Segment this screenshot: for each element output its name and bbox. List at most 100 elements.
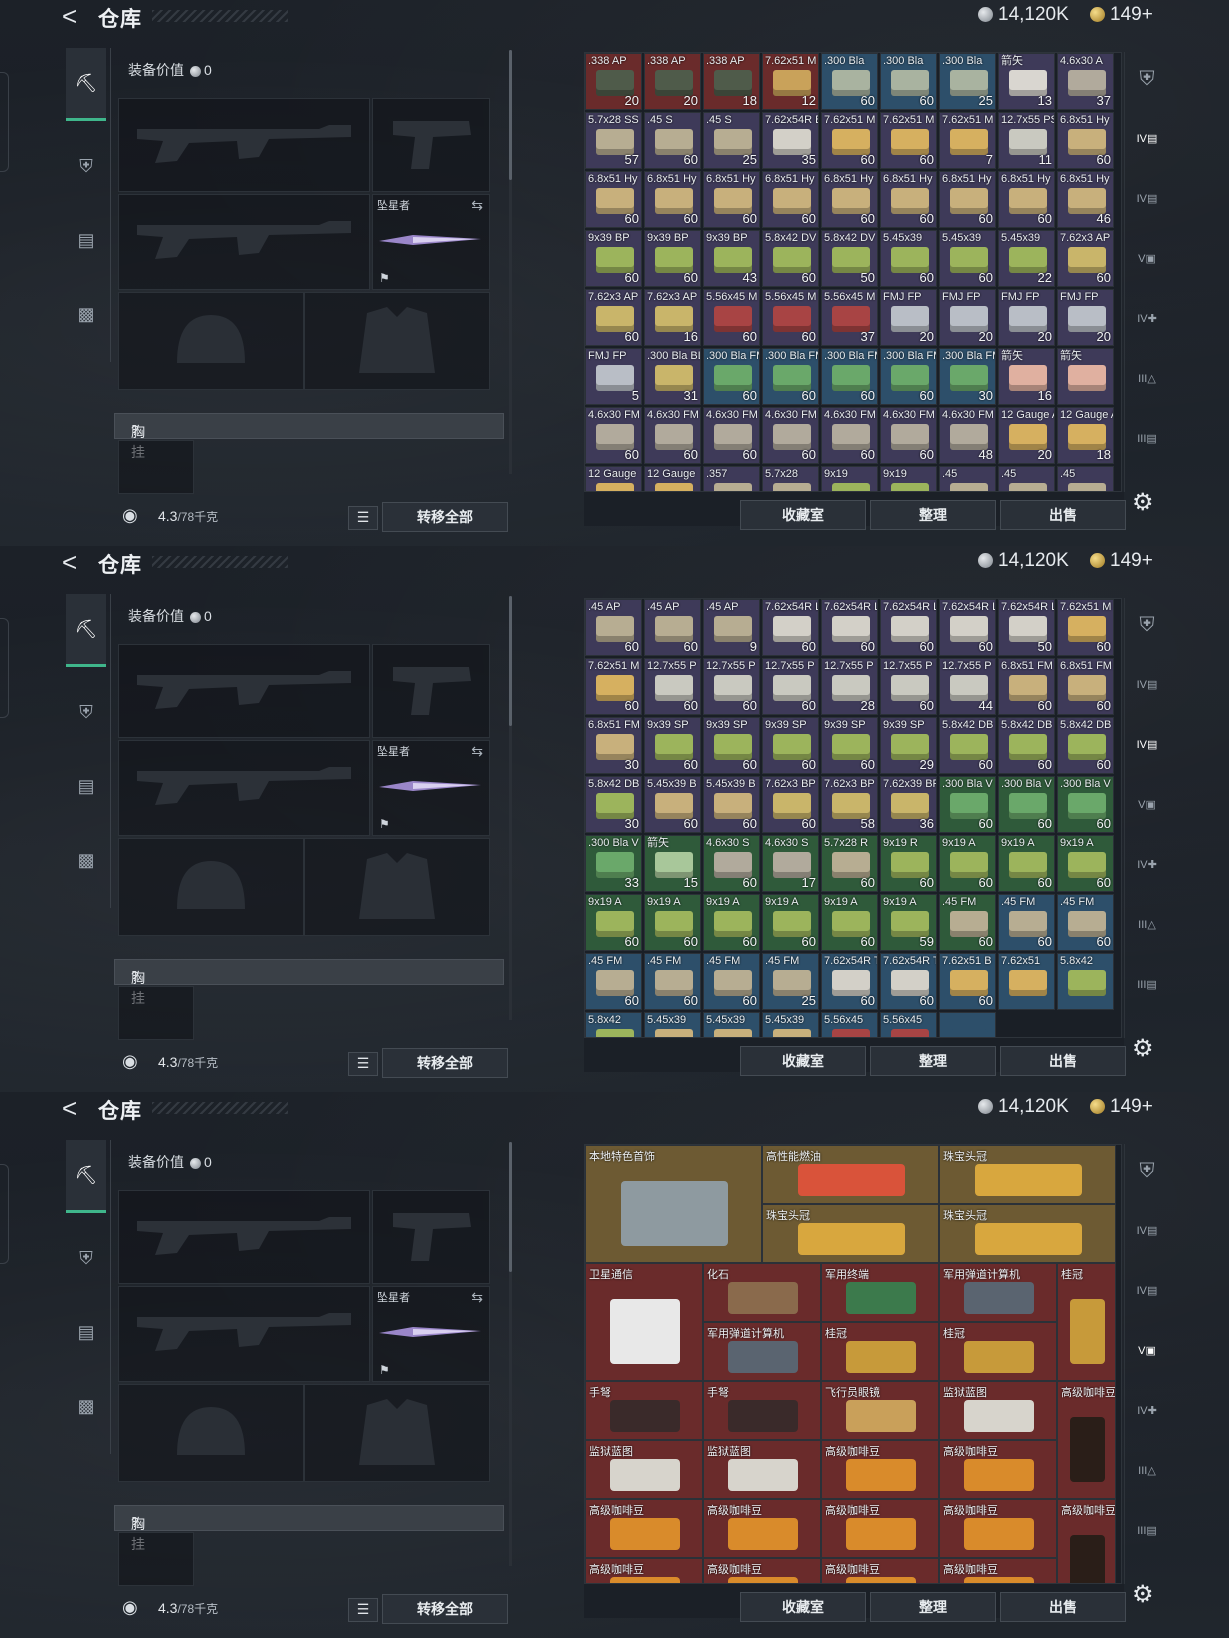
stash-item[interactable]: 5.45x39	[703, 1012, 760, 1037]
list-view-button[interactable]: ☰	[348, 1598, 378, 1622]
transfer-all-button[interactable]: 转移全部	[382, 1594, 508, 1624]
stash-item[interactable]: 5.8x42 DB 30	[585, 776, 642, 833]
stash-item[interactable]: 7.62x3 BP 60	[762, 776, 819, 833]
stash-item[interactable]: .300 Bla V 60	[1057, 776, 1114, 833]
tab-weapons[interactable]: ⛏	[66, 1140, 106, 1213]
tab-all[interactable]: ⛨	[1131, 610, 1163, 640]
stash-item[interactable]: 7.62x54R B 35	[762, 112, 819, 169]
stash-item[interactable]: 12.7x55 P 60	[762, 658, 819, 715]
chest-help-icon[interactable]: ?	[131, 1514, 139, 1530]
stash-item[interactable]: 6.8x51 Hy 60	[821, 171, 878, 228]
stash-item[interactable]	[939, 1012, 996, 1037]
tab-medical[interactable]: IV✚	[1131, 304, 1163, 334]
chest-rig-header[interactable]: 胸挂 ?	[114, 959, 504, 1006]
chest-rig-header[interactable]: 胸挂 ?	[114, 1505, 504, 1552]
tab-ammo-2[interactable]: IV▤	[1131, 1276, 1163, 1306]
stash-item[interactable]: 9x19 A 60	[644, 894, 701, 951]
stash-item[interactable]: .45 FM 60	[1057, 894, 1114, 951]
stash-item[interactable]: 5.7x28 SS 57	[585, 112, 642, 169]
tab-valuables[interactable]: V▣	[1131, 244, 1163, 274]
stash-item[interactable]: 5.8x42 DV 50	[821, 230, 878, 287]
stash-item[interactable]: .45 S 60	[644, 112, 701, 169]
stash-item[interactable]: .45 AP 60	[644, 599, 701, 656]
stash-item[interactable]: 7.62x54R L 60	[880, 599, 937, 656]
stash-item[interactable]: 9x19 R 60	[880, 835, 937, 892]
stash-item[interactable]: 箭矢 15	[644, 835, 701, 892]
stash-item[interactable]: 4.6x30 FM 60	[762, 407, 819, 464]
stash-item[interactable]: 4.6x30 FM 60	[585, 407, 642, 464]
stash-item[interactable]: .45	[1057, 466, 1114, 491]
stash-item[interactable]: 6.8x51 Hy 60	[939, 171, 996, 228]
stash-item[interactable]: .45 AP 60	[585, 599, 642, 656]
vault-button[interactable]: 收藏室	[740, 1046, 866, 1076]
stash-item[interactable]: 5.56x45 M 60	[703, 289, 760, 346]
stash-item[interactable]: 6.8x51 FM 60	[1057, 658, 1114, 715]
tab-ammo-2[interactable]: IV▤	[1131, 184, 1163, 214]
tab-medical[interactable]: IV✚	[1131, 850, 1163, 880]
stash-grid[interactable]: 本地特色首饰 高性能燃油 珠宝头冠 珠宝头冠 珠宝头冠 卫星通信 化石 军用终端 军用弹道计算机…	[584, 1144, 1122, 1584]
stash-item[interactable]: 箭矢 13	[998, 53, 1055, 110]
stash-item[interactable]: 6.8x51 Hy 60	[585, 171, 642, 228]
stash-item[interactable]: 高级咖啡豆	[939, 1499, 1057, 1558]
stash-item[interactable]: 9x19 A 60	[585, 894, 642, 951]
stash-item[interactable]: .300 Bla BL 31	[644, 348, 701, 405]
stash-item[interactable]: .45 S 25	[703, 112, 760, 169]
stash-item[interactable]: 7.62x3 AP 60	[1057, 230, 1114, 287]
secondary-weapon-slot[interactable]	[118, 1286, 370, 1382]
chest-rig-slot[interactable]	[118, 1532, 194, 1586]
stash-item[interactable]: 珠宝头冠	[939, 1145, 1116, 1204]
stash-item[interactable]: 9x19 A 60	[703, 894, 760, 951]
tab-valuables[interactable]: V▣	[1131, 790, 1163, 820]
stash-item[interactable]: 7.62x54R T 60	[821, 953, 878, 1010]
tab-misc[interactable]: III▤	[1131, 970, 1163, 1000]
tab-helmet[interactable]: ⛨	[66, 692, 106, 732]
stash-item[interactable]: FMJ FP 20	[1057, 289, 1114, 346]
stash-item[interactable]: .338 AP 18	[703, 53, 760, 110]
stash-item[interactable]: 5.45x39	[762, 1012, 819, 1037]
stash-item[interactable]: 7.62x54R L 50	[998, 599, 1055, 656]
stash-item[interactable]: 高级咖啡豆	[703, 1499, 821, 1558]
stash-item[interactable]: 7.62x3 AP 16	[644, 289, 701, 346]
helmet-slot[interactable]	[118, 1384, 304, 1482]
stash-item[interactable]: .300 Bla FMJ 60	[880, 348, 937, 405]
stash-item[interactable]: 高级咖啡豆	[585, 1499, 703, 1558]
stash-item[interactable]: 5.56x45	[821, 1012, 878, 1037]
stash-item[interactable]: 4.6x30 S 60	[703, 835, 760, 892]
stash-item[interactable]: 5.8x42	[585, 1012, 642, 1037]
stash-item[interactable]: 5.8x42 DB 60	[939, 717, 996, 774]
stash-item[interactable]: 5.45x39 B 60	[644, 776, 701, 833]
armor-slot[interactable]	[304, 838, 490, 936]
list-view-button[interactable]: ☰	[348, 506, 378, 530]
gold-currency[interactable]: 149+	[1090, 4, 1153, 26]
chest-rig-header[interactable]: 胸挂 ?	[114, 413, 504, 460]
stash-item[interactable]: .300 Bla FMJ 60	[762, 348, 819, 405]
gold-currency[interactable]: 149+	[1090, 1096, 1153, 1118]
stash-item[interactable]: 7.62x54R L 60	[821, 599, 878, 656]
stash-item[interactable]: 本地特色首饰	[585, 1145, 762, 1263]
stash-item[interactable]: 12.7x55 P 60	[880, 658, 937, 715]
stash-item[interactable]: 9x39 BP 60	[585, 230, 642, 287]
stash-item[interactable]: 箭矢 16	[998, 348, 1055, 405]
stash-item[interactable]: 9x39 SP 60	[644, 717, 701, 774]
settings-gear-icon[interactable]: ⚙	[1132, 488, 1154, 517]
sort-button[interactable]: 整理	[870, 1592, 996, 1622]
stash-item[interactable]: 7.62x51 M 12	[762, 53, 819, 110]
tab-ammo-1[interactable]: IV▤	[1131, 670, 1163, 700]
tab-armor[interactable]: ▤	[66, 1312, 106, 1352]
stash-item[interactable]: 12.7x55 P 44	[939, 658, 996, 715]
stash-item[interactable]: .300 Bla V 33	[585, 835, 642, 892]
stash-item[interactable]: 军用终端	[821, 1263, 939, 1322]
tab-backpack[interactable]: ▩	[66, 840, 106, 880]
stash-grid[interactable]: .338 AP 20 .338 AP 20 .338 AP 18 7.62x51 M 12 .3…	[584, 52, 1122, 492]
stash-item[interactable]: 9x39 SP 60	[703, 717, 760, 774]
stash-item[interactable]: .45 FM 60	[998, 894, 1055, 951]
stash-item[interactable]: 5.8x42	[1057, 953, 1114, 1010]
stash-item[interactable]: 桂冠	[1057, 1263, 1116, 1381]
sell-button[interactable]: 出售	[1000, 500, 1126, 530]
stash-item[interactable]: 9x19 A 60	[1057, 835, 1114, 892]
back-arrow-icon[interactable]: <	[62, 3, 77, 29]
stash-item[interactable]: 6.8x51 Hy 60	[1057, 112, 1114, 169]
tab-helmet[interactable]: ⛨	[66, 146, 106, 186]
melee-slot[interactable]: 坠星者 ⇆ ⚑	[372, 194, 490, 290]
equipment-scrollbar-thumb[interactable]	[509, 596, 512, 726]
